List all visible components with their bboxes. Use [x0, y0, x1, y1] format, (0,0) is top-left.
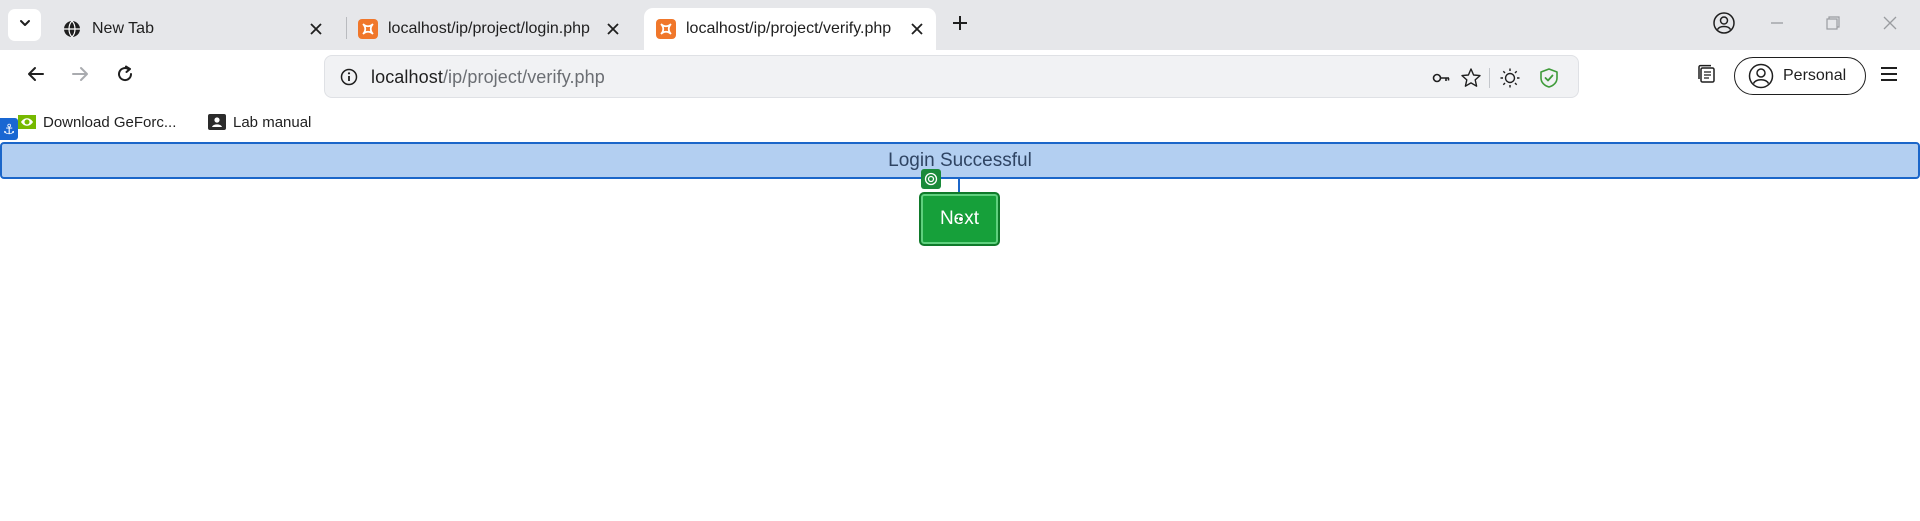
- tab-strip: New Tab localhost/ip/project/login.php l…: [0, 0, 1920, 50]
- minimize-button[interactable]: [1757, 8, 1797, 42]
- address-bar[interactable]: localhost/ip/project/verify.php: [324, 55, 1579, 98]
- xampp-icon: [358, 19, 378, 39]
- anchor-icon[interactable]: ⚓: [0, 118, 18, 140]
- shield-check-icon[interactable]: [1537, 66, 1561, 90]
- target-icon: [921, 169, 941, 189]
- tab-verify[interactable]: localhost/ip/project/verify.php: [644, 8, 936, 50]
- tab-title: New Tab: [92, 20, 154, 37]
- reload-button[interactable]: [108, 59, 142, 93]
- next-button[interactable]: Next: [919, 192, 1000, 246]
- cursor-dot-icon: [958, 216, 964, 222]
- restore-icon: [1826, 15, 1840, 35]
- forward-button[interactable]: [63, 59, 97, 93]
- plus-icon: [952, 15, 968, 36]
- main-menu-button[interactable]: [1874, 62, 1904, 90]
- hamburger-icon: [1880, 66, 1898, 87]
- page-content: Login Successful Next: [0, 142, 1920, 521]
- window-close-button[interactable]: [1870, 8, 1910, 42]
- close-icon[interactable]: [906, 18, 928, 40]
- tab-login[interactable]: localhost/ip/project/login.php: [346, 8, 632, 50]
- person-icon: [1747, 62, 1775, 90]
- back-button[interactable]: [19, 59, 53, 93]
- bookmark-label: Download GeForc...: [43, 113, 177, 131]
- overlay-connector: [958, 179, 960, 193]
- arrow-right-icon: [71, 65, 89, 88]
- key-icon[interactable]: [1429, 66, 1453, 90]
- bookmarks-bar: Download GeForc... Lab manual: [0, 102, 1920, 142]
- profile-button[interactable]: Personal: [1734, 57, 1866, 95]
- star-icon[interactable]: [1459, 66, 1483, 90]
- minimize-icon: [1770, 16, 1784, 35]
- browser-toolbar: localhost/ip/project/verify.php Personal: [0, 50, 1920, 102]
- collections-icon: [1696, 63, 1718, 90]
- collections-button[interactable]: [1693, 62, 1721, 90]
- reload-icon: [116, 65, 134, 88]
- chevron-down-icon: [18, 16, 32, 35]
- nvidia-icon: [18, 113, 36, 131]
- xampp-icon: [656, 19, 676, 39]
- close-icon[interactable]: [305, 18, 327, 40]
- tab-search-button[interactable]: [8, 9, 41, 41]
- globe-icon: [62, 19, 82, 39]
- bookmark-label: Lab manual: [233, 113, 312, 131]
- profile-label: Personal: [1783, 67, 1847, 84]
- alert-text: Login Successful: [888, 149, 1032, 171]
- brightness-icon[interactable]: [1498, 66, 1522, 90]
- tab-title: localhost/ip/project/verify.php: [686, 20, 892, 37]
- tab-title: localhost/ip/project/login.php: [388, 20, 590, 37]
- omnibox-divider: [1489, 68, 1490, 88]
- info-icon[interactable]: [339, 67, 359, 87]
- close-icon: [1883, 16, 1897, 35]
- profile-card-icon: [208, 113, 226, 131]
- url-path: /ip/project/verify.php: [442, 67, 605, 87]
- person-icon: [1713, 11, 1735, 39]
- tab-new-tab[interactable]: New Tab: [50, 8, 335, 50]
- bookmark-lab-manual[interactable]: Lab manual: [208, 111, 311, 133]
- new-tab-button[interactable]: [945, 13, 975, 37]
- account-button[interactable]: [1704, 8, 1744, 42]
- url-host: localhost: [371, 67, 443, 87]
- close-icon[interactable]: [602, 18, 624, 40]
- arrow-left-icon: [27, 65, 45, 88]
- success-alert: Login Successful: [0, 142, 1920, 179]
- address-url[interactable]: localhost/ip/project/verify.php: [371, 67, 605, 88]
- restore-button[interactable]: [1813, 8, 1853, 42]
- bookmark-geforce[interactable]: Download GeForc...: [18, 111, 176, 133]
